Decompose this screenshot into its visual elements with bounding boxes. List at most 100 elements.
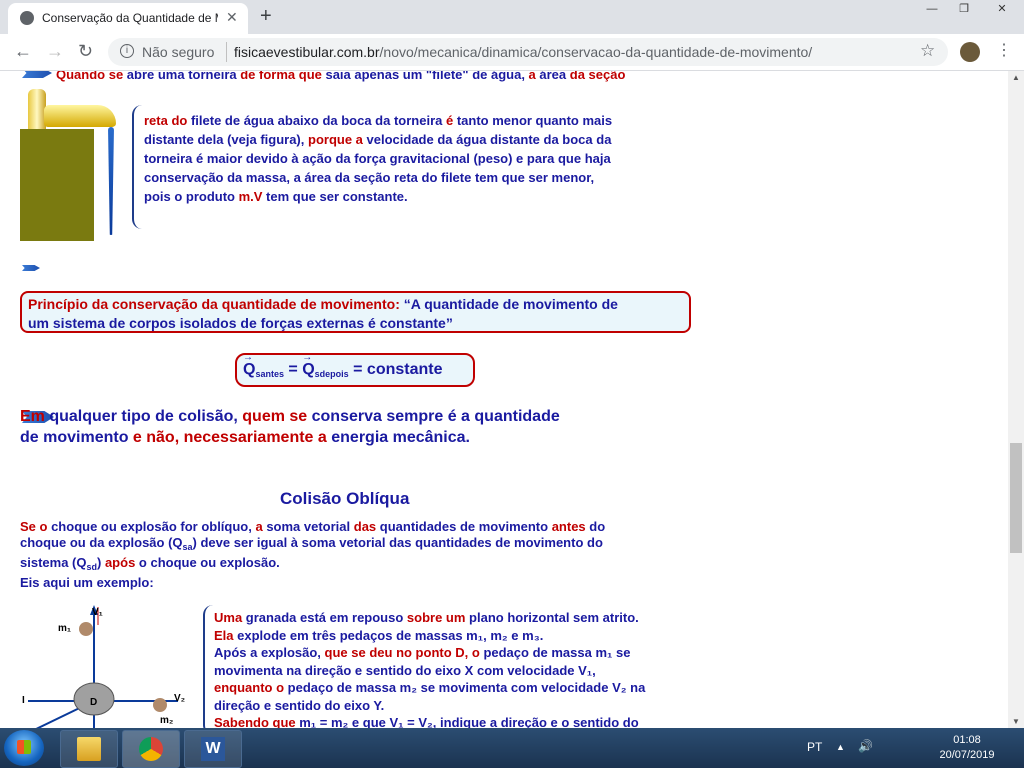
text-run: a bbox=[528, 71, 536, 82]
word-icon: W bbox=[201, 737, 225, 761]
tray-expand-icon[interactable]: ▲ bbox=[836, 742, 845, 752]
speaker-icon[interactable]: 🔊 bbox=[858, 739, 873, 753]
tab-close-icon[interactable]: ✕ bbox=[226, 9, 238, 26]
text-run: sa bbox=[182, 542, 193, 552]
text-run: Uma bbox=[214, 610, 243, 625]
text-run: choque ou da explosão (Q bbox=[20, 535, 183, 550]
text-run: m.V bbox=[238, 189, 263, 204]
text-run: plano horizontal sem atrito. bbox=[465, 610, 639, 625]
clock-time: 01:08 bbox=[953, 734, 981, 746]
taskbar-word[interactable]: W bbox=[184, 730, 242, 768]
formula-sub-after: sdepois bbox=[314, 369, 349, 379]
brace bbox=[203, 605, 213, 728]
text-line: torneira é maior devido à ação da força … bbox=[144, 149, 612, 168]
text-run: Após a explosão, bbox=[214, 645, 325, 660]
faucet-lines: reta do filete de água abaixo da boca da… bbox=[144, 111, 612, 206]
text-run: da seção bbox=[569, 71, 626, 82]
security-label[interactable]: Não seguro bbox=[142, 44, 214, 60]
globe-icon bbox=[20, 11, 34, 25]
text-line: Sabendo que m₁ = m₂ e que V₁ = V₂, indiq… bbox=[214, 714, 645, 728]
text-line: direção e sentido do eixo Y. bbox=[214, 697, 645, 715]
principle-text-2: um sistema de corpos isolados de forças … bbox=[28, 315, 453, 331]
menu-dots-icon[interactable]: ⋮ bbox=[996, 40, 1012, 60]
minimize-button[interactable]: — bbox=[916, 0, 948, 18]
bookmark-star-icon[interactable]: ☆ bbox=[920, 41, 935, 61]
tab-title: Conservação da Quantidade de M bbox=[42, 11, 218, 25]
text-run: abre uma torneira bbox=[123, 71, 241, 82]
text-run: área bbox=[535, 71, 570, 82]
taskbar-chrome[interactable] bbox=[122, 730, 180, 768]
reload-button[interactable]: ↻ bbox=[78, 41, 93, 62]
grenade-diagram bbox=[28, 605, 178, 728]
bullet-arrow-icon bbox=[22, 265, 40, 271]
address-separator bbox=[226, 42, 227, 62]
text-run: a bbox=[255, 519, 263, 534]
text-line: distante dela (veja figura), porque a ve… bbox=[144, 130, 612, 149]
label-m2: m₂ bbox=[160, 715, 174, 726]
text-run: tem que ser constante. bbox=[262, 189, 408, 204]
collision-paragraph: Em qualquer tipo de colisão, quem se con… bbox=[20, 406, 560, 448]
text-run: das bbox=[353, 519, 377, 534]
url-text[interactable]: fisicaevestibular.com.br/novo/mecanica/d… bbox=[234, 44, 812, 60]
faucet-wall bbox=[20, 129, 94, 241]
text-run: antes bbox=[551, 519, 586, 534]
start-button[interactable] bbox=[4, 730, 44, 766]
formula-q-before: Q bbox=[243, 361, 255, 378]
text-run: de movimento bbox=[20, 429, 133, 446]
text-line: Após a explosão, que se deu no ponto D, … bbox=[214, 644, 645, 662]
window-controls: — ❐ ✕ bbox=[916, 0, 1024, 20]
text-run: Quando bbox=[56, 71, 109, 82]
text-run: saia apenas um "filete" de água, bbox=[321, 71, 529, 82]
piece-m2 bbox=[153, 698, 167, 712]
url-path: /novo/mecanica/dinamica/conservacao-da-q… bbox=[379, 44, 813, 60]
text-run: do bbox=[585, 519, 606, 534]
scrollbar-thumb[interactable] bbox=[1010, 443, 1022, 553]
clock-date: 20/07/2019 bbox=[939, 749, 995, 761]
scroll-up-icon[interactable]: ▲ bbox=[1012, 73, 1020, 82]
profile-avatar[interactable] bbox=[960, 42, 980, 62]
bullet-arrow-icon bbox=[22, 71, 52, 78]
label-d: D bbox=[90, 697, 98, 708]
text-run: pedaço de massa m₂ se movimenta com velo… bbox=[284, 680, 646, 695]
back-button[interactable]: ← bbox=[14, 41, 32, 62]
browser-toolbar: ← → ↻ i Não seguro fisicaevestibular.com… bbox=[0, 34, 1024, 71]
text-line: choque ou da explosão (Qsa) deve ser igu… bbox=[20, 535, 605, 555]
language-indicator[interactable]: PT bbox=[807, 740, 822, 754]
forward-button[interactable]: → bbox=[46, 41, 64, 62]
formula-equals: = bbox=[283, 361, 303, 378]
text-run: quantidades de movimento bbox=[376, 519, 552, 534]
text-run: quem se bbox=[242, 408, 308, 425]
tab-strip: Conservação da Quantidade de M ✕ + — ❐ ✕ bbox=[0, 0, 1024, 34]
info-icon[interactable]: i bbox=[120, 44, 134, 58]
text-run: m₁ = m₂ e que V₁ = V₂, indique a direção… bbox=[295, 715, 639, 728]
url-domain: fisicaevestibular.com.br bbox=[234, 44, 380, 60]
text-run: sd bbox=[86, 562, 97, 572]
text-run: Eis aqui um exemplo: bbox=[20, 575, 154, 590]
text-line: Se o choque ou explosão for oblíquo, a s… bbox=[20, 519, 605, 535]
close-window-button[interactable]: ✕ bbox=[980, 0, 1024, 18]
text-line: pois o produto m.V tem que ser constante… bbox=[144, 187, 612, 206]
text-run: filete de água abaixo da boca da torneir… bbox=[187, 113, 446, 128]
new-tab-button[interactable]: + bbox=[260, 5, 272, 28]
principle-label: Princípio da conservação da quantidade d… bbox=[28, 296, 400, 312]
text-run: direção e sentido do eixo Y. bbox=[214, 697, 385, 713]
text-line: Uma granada está em repouso sobre um pla… bbox=[214, 609, 645, 627]
text-line: Em qualquer tipo de colisão, quem se con… bbox=[20, 406, 560, 427]
vertical-scrollbar[interactable]: ▲ ▼ bbox=[1008, 71, 1024, 728]
text-run: Se o bbox=[20, 519, 48, 534]
taskbar-explorer[interactable] bbox=[60, 730, 118, 768]
maximize-button[interactable]: ❐ bbox=[948, 0, 980, 18]
text-run: de forma que bbox=[240, 71, 322, 82]
text-run: que se deu no ponto D, o bbox=[324, 645, 480, 660]
oblique-paragraph: Se o choque ou explosão for oblíquo, a s… bbox=[20, 519, 605, 591]
scroll-down-icon[interactable]: ▼ bbox=[1012, 717, 1020, 726]
address-bar[interactable]: i Não seguro fisicaevestibular.com.br/no… bbox=[108, 38, 948, 66]
text-run: porque a bbox=[308, 132, 363, 147]
folder-icon bbox=[77, 737, 101, 761]
tab-active[interactable]: Conservação da Quantidade de M ✕ bbox=[8, 3, 248, 34]
principle-text-1: “A quantidade de movimento de bbox=[399, 296, 618, 312]
text-run: soma vetorial bbox=[262, 519, 354, 534]
clock[interactable]: 01:08 20/07/2019 bbox=[938, 733, 996, 763]
text-run: tanto menor quanto mais bbox=[453, 113, 613, 128]
text-run: ) bbox=[97, 555, 105, 570]
